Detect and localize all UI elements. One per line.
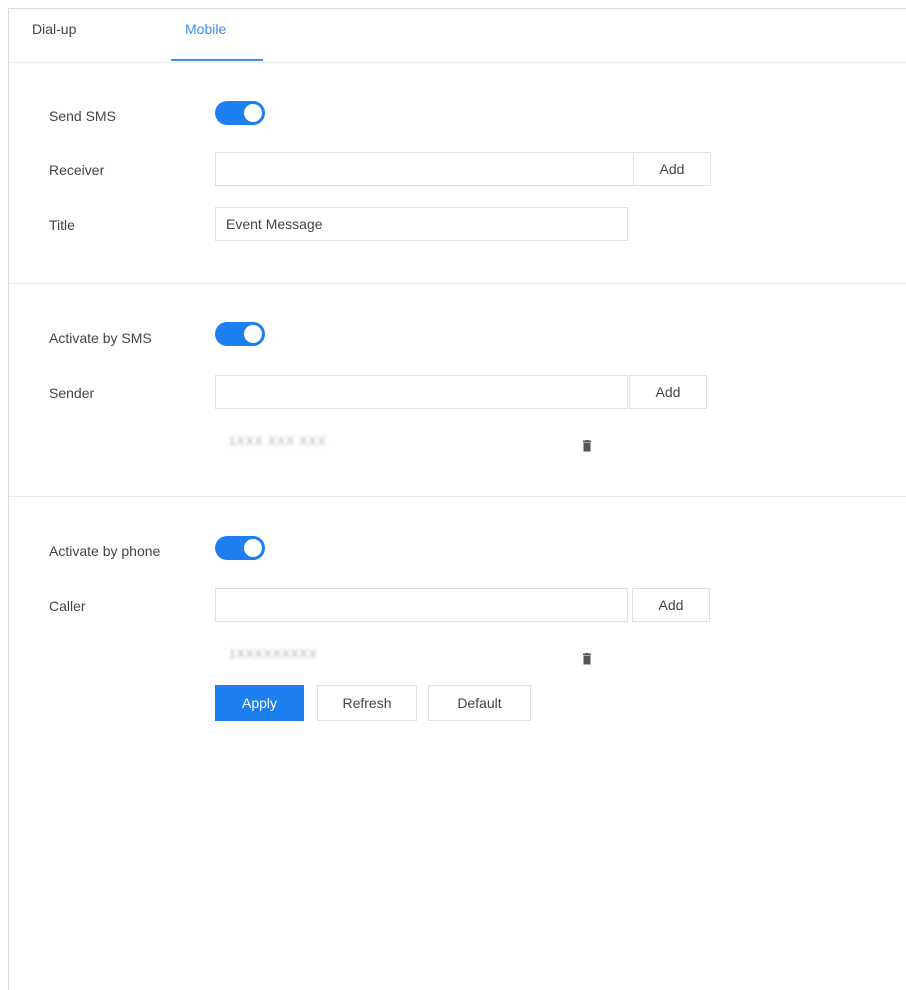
toggle-knob: [244, 539, 262, 557]
send-sms-toggle[interactable]: [215, 101, 265, 125]
tab-bar: Dial-up Mobile: [9, 9, 906, 63]
activate-by-phone-toggle[interactable]: [215, 536, 265, 560]
activate-by-sms-label: Activate by SMS: [49, 330, 152, 346]
sender-entry-number: 1ХХХ ХХХ ХХХ: [229, 434, 327, 448]
receiver-label: Receiver: [49, 162, 105, 178]
section-divider: [9, 283, 906, 284]
refresh-button[interactable]: Refresh: [317, 685, 417, 721]
caller-entry-number: 1ХХХХХХХХХ: [229, 647, 318, 661]
send-sms-label: Send SMS: [49, 108, 116, 124]
active-tab-indicator: [171, 59, 263, 61]
receiver-add-button[interactable]: Add: [633, 152, 711, 186]
sender-input[interactable]: [215, 375, 628, 409]
toggle-knob: [244, 325, 262, 343]
caller-input[interactable]: [215, 588, 628, 622]
sender-label: Sender: [49, 385, 95, 401]
default-button[interactable]: Default: [428, 685, 531, 721]
activate-by-sms-toggle[interactable]: [215, 322, 265, 346]
receiver-input[interactable]: [215, 152, 634, 186]
caller-label: Caller: [49, 598, 86, 614]
caller-add-button[interactable]: Add: [632, 588, 710, 622]
section-divider: [9, 496, 906, 497]
title-label: Title: [49, 217, 75, 233]
activate-by-phone-label: Activate by phone: [49, 543, 161, 559]
trash-icon[interactable]: [582, 440, 592, 452]
apply-button[interactable]: Apply: [215, 685, 304, 721]
trash-icon[interactable]: [582, 653, 592, 665]
toggle-knob: [244, 104, 262, 122]
tab-mobile[interactable]: Mobile: [185, 21, 226, 37]
sender-add-button[interactable]: Add: [629, 375, 707, 409]
tab-dial-up[interactable]: Dial-up: [32, 21, 76, 37]
settings-panel: Dial-up Mobile Send SMS Receiver Add Tit…: [8, 8, 906, 990]
title-input[interactable]: [215, 207, 628, 241]
